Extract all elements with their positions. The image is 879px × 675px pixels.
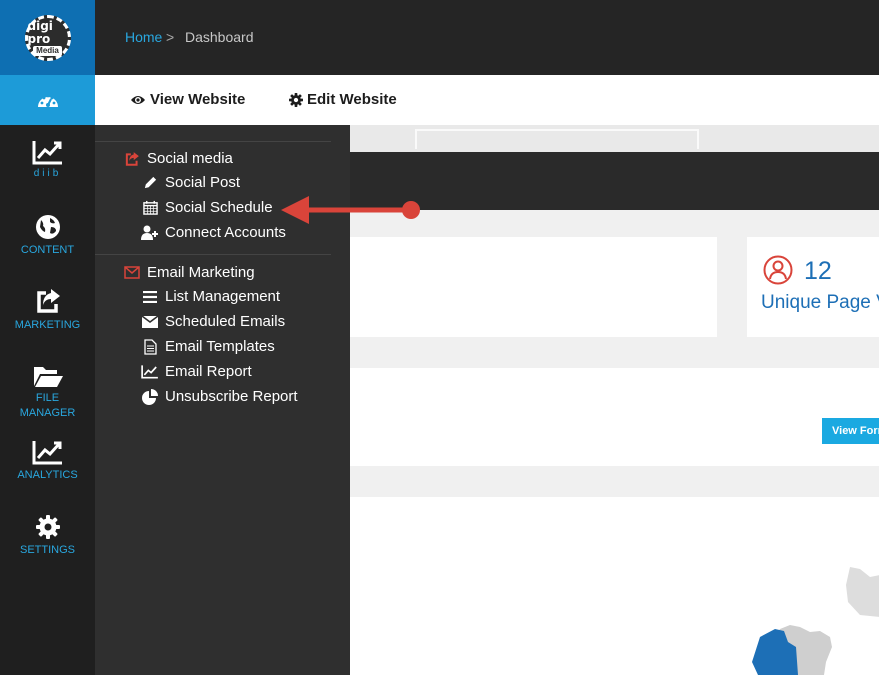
- share-icon: [36, 289, 60, 313]
- view-form-button[interactable]: View Form: [822, 418, 879, 444]
- menu-item-label: Scheduled Emails: [165, 313, 286, 330]
- sidebar-item-label: MARKETING: [14, 319, 81, 331]
- sidebar-item-diib[interactable]: diib: [0, 139, 95, 181]
- menu-social-media[interactable]: Social media: [123, 150, 233, 167]
- sidebar-item-label: FILE MANAGER: [19, 392, 76, 419]
- sidebar-item-label: CONTENT: [20, 244, 75, 256]
- gear-icon: [35, 515, 60, 539]
- menu-item-unsubscribe-report[interactable]: Unsubscribe Report: [141, 388, 298, 405]
- sidebar-item-file-manager[interactable]: FILE MANAGER: [0, 364, 95, 421]
- logo-container[interactable]: digi pro Media: [0, 0, 95, 75]
- icon-sidebar: digi pro Media diib CONTENT MARKETING FI…: [0, 0, 95, 675]
- breadcrumb-home[interactable]: Home: [125, 29, 162, 45]
- user-plus-icon: [141, 225, 159, 240]
- gear-icon: [289, 92, 303, 107]
- view-website-label: View Website: [150, 91, 246, 108]
- chart-line-icon: [141, 364, 159, 379]
- envelope-icon: [123, 266, 141, 279]
- menu-item-connect-accounts[interactable]: Connect Accounts: [141, 224, 286, 241]
- logo-text: digi pro: [27, 18, 53, 46]
- menu-header-label: Email Marketing: [147, 264, 255, 281]
- breadcrumb-current: Dashboard: [185, 29, 254, 45]
- stat-label: Unique Page V: [761, 292, 879, 313]
- stat-value: 12: [804, 257, 832, 285]
- sidebar-item-settings[interactable]: SETTINGS: [0, 514, 95, 558]
- folder-open-icon: [33, 367, 63, 387]
- sidebar-item-content[interactable]: CONTENT: [0, 214, 95, 258]
- menu-item-label: Email Report: [165, 363, 252, 380]
- menu-item-list-management[interactable]: List Management: [141, 288, 280, 305]
- menu-item-label: Connect Accounts: [165, 224, 286, 241]
- stat-card-unique-page-views: 12 Unique Page V: [747, 237, 879, 337]
- logo: digi pro Media: [24, 14, 71, 61]
- menu-item-label: Email Templates: [165, 338, 275, 355]
- user-icon: [763, 255, 793, 285]
- menu-item-email-report[interactable]: Email Report: [141, 363, 252, 380]
- list-icon: [141, 290, 159, 303]
- top-bar: Home > Dashboard: [95, 0, 879, 75]
- marketing-menu: Social media Social Post Social Schedule: [95, 125, 350, 675]
- sidebar-item-marketing[interactable]: MARKETING: [0, 287, 95, 333]
- menu-item-label: Social Schedule: [165, 199, 273, 216]
- menu-divider: [95, 141, 331, 142]
- envelope-icon: [141, 315, 159, 328]
- world-map: [752, 567, 879, 675]
- dashboard-icon: [37, 94, 58, 107]
- calendar-icon: [141, 200, 159, 215]
- sidebar-item-label: SETTINGS: [19, 544, 75, 556]
- view-website-link[interactable]: View Website: [130, 91, 245, 108]
- sidebar-item-dashboard[interactable]: [0, 75, 95, 125]
- pencil-icon: [141, 175, 159, 190]
- share-icon: [123, 151, 141, 167]
- menu-divider: [95, 254, 331, 255]
- menu-item-email-templates[interactable]: Email Templates: [141, 338, 275, 355]
- edit-website-link[interactable]: Edit Website: [289, 91, 397, 108]
- pie-chart-icon: [141, 388, 159, 405]
- menu-item-label: Social Post: [165, 174, 241, 191]
- edit-website-label: Edit Website: [307, 91, 397, 108]
- sidebar-item-analytics[interactable]: ANALYTICS: [0, 439, 95, 483]
- eye-icon: [131, 95, 145, 104]
- menu-item-label: List Management: [165, 288, 281, 305]
- sidebar-item-label: ANALYTICS: [17, 469, 78, 481]
- menu-item-label: Unsubscribe Report: [165, 388, 298, 405]
- globe-icon: [35, 215, 60, 239]
- chart-line-icon: [32, 441, 62, 465]
- menu-email-marketing[interactable]: Email Marketing: [123, 264, 255, 281]
- logo-subtext: Media: [33, 45, 62, 56]
- toolbar: View Website Edit Website: [95, 75, 879, 125]
- menu-item-scheduled-emails[interactable]: Scheduled Emails: [141, 313, 285, 330]
- menu-header-label: Social media: [147, 150, 233, 167]
- chart-line-icon: [32, 141, 62, 165]
- menu-item-social-post[interactable]: Social Post: [141, 174, 240, 191]
- menu-item-social-schedule[interactable]: Social Schedule: [141, 199, 273, 216]
- chevron-right-icon: >: [166, 29, 175, 45]
- sidebar-item-label: diib: [33, 168, 62, 179]
- file-text-icon: [141, 338, 159, 355]
